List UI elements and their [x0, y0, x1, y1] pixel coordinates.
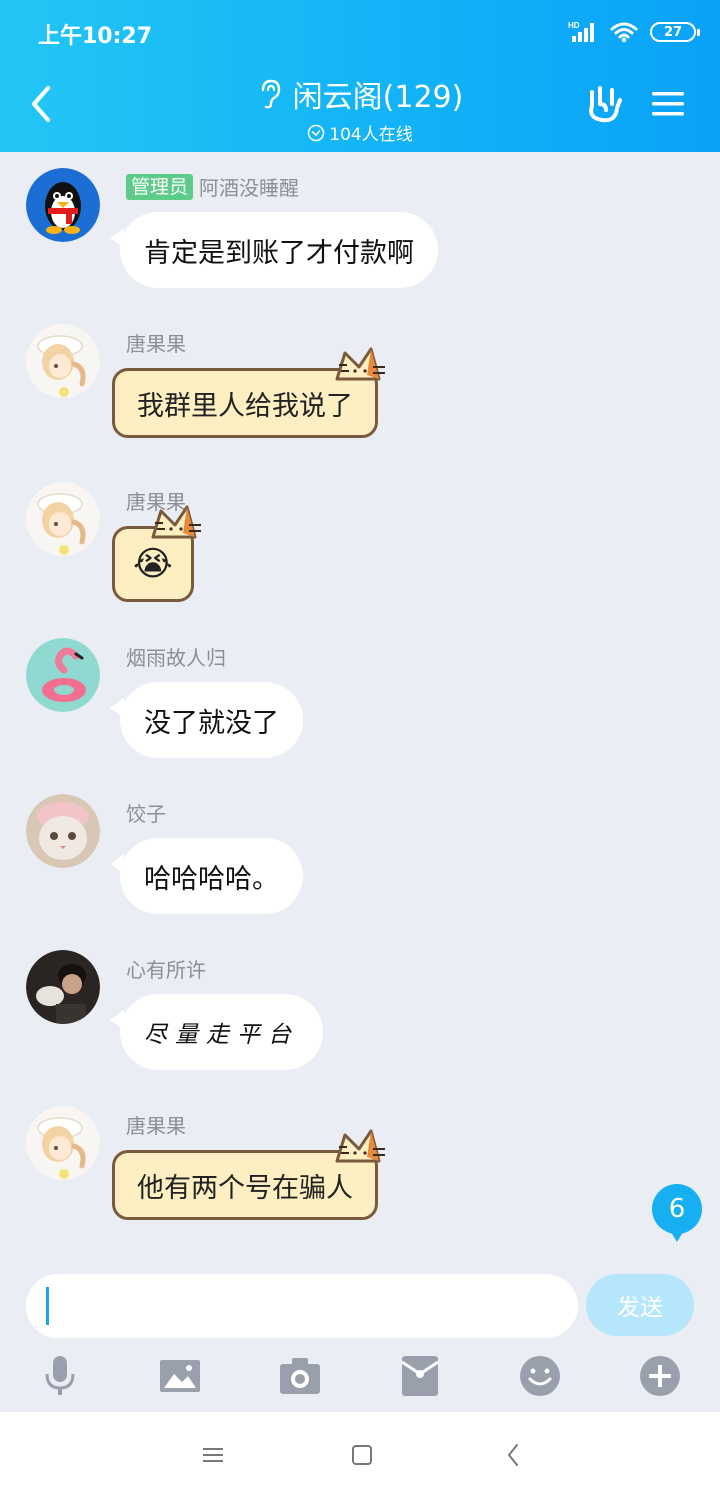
emoji-icon[interactable] — [518, 1354, 562, 1398]
sender-name: 饺子 — [126, 802, 166, 826]
sender-name: 唐果果 — [126, 1114, 186, 1138]
sender-label: 阿酒没睡醒 — [199, 176, 300, 200]
avatar[interactable] — [26, 482, 100, 556]
back-nav-icon[interactable] — [498, 1440, 528, 1470]
image-icon[interactable] — [158, 1354, 202, 1398]
cat-ears-icon — [151, 505, 201, 539]
handwriting-text: 尽量走平台 — [144, 1022, 299, 1048]
system-nav-bar — [0, 1412, 720, 1499]
plus-icon[interactable] — [638, 1354, 682, 1398]
anime-girl-avatar-icon — [26, 482, 100, 556]
red-packet-icon[interactable] — [398, 1354, 442, 1398]
anime-girl-avatar-icon — [26, 324, 100, 398]
sender-name: 管理员 阿酒没睡醒 — [126, 172, 299, 201]
message-bubble[interactable]: 😭 — [112, 505, 201, 602]
send-button[interactable]: 发送 — [586, 1274, 694, 1336]
status-icons: HD 27 — [568, 18, 700, 46]
sender-name: 唐果果 — [126, 332, 186, 356]
message-bubble[interactable]: 我群里人给我说了 — [112, 347, 385, 438]
cat-ears-icon — [335, 347, 385, 381]
composer-toolbar — [0, 1354, 720, 1402]
avatar[interactable] — [26, 794, 100, 868]
page-title: 闲云阁(129) — [292, 80, 464, 115]
message-input[interactable] — [26, 1274, 578, 1338]
message-bubble[interactable]: 肯定是到账了才付款啊 — [110, 212, 438, 288]
avatar[interactable] — [26, 168, 100, 242]
person-photo-avatar-icon — [26, 950, 100, 1024]
camera-icon[interactable] — [278, 1354, 322, 1398]
avatar[interactable] — [26, 324, 100, 398]
check-circle-icon — [307, 124, 325, 141]
message-text: 他有两个号在骗人 — [137, 1172, 353, 1204]
battery-icon: 27 — [650, 22, 700, 42]
home-icon[interactable] — [347, 1440, 377, 1470]
status-time: 上午10:27 — [38, 24, 153, 49]
avatar[interactable] — [26, 638, 100, 712]
message-bubble[interactable]: 尽量走平台 — [110, 994, 323, 1070]
svg-text:HD: HD — [568, 21, 580, 30]
composer: 发送 — [0, 1258, 720, 1412]
signal-icon: HD — [568, 21, 594, 42]
admin-badge: 管理员 — [126, 173, 194, 200]
wifi-icon — [610, 22, 638, 43]
ear-icon — [261, 79, 280, 109]
recent-apps-icon[interactable] — [198, 1440, 228, 1470]
message-bubble[interactable]: 他有两个号在骗人 — [112, 1129, 385, 1220]
hand-gesture-icon[interactable] — [584, 84, 624, 124]
crying-emoji: 😭 — [133, 544, 173, 584]
microphone-icon[interactable] — [38, 1354, 82, 1398]
menu-icon[interactable] — [650, 88, 686, 120]
message-text: 我群里人给我说了 — [137, 390, 353, 422]
online-count: 104人在线 — [329, 125, 413, 145]
sender-name: 心有所许 — [126, 958, 206, 982]
text-caret — [46, 1287, 49, 1325]
message-bubble[interactable]: 哈哈哈哈。 — [110, 838, 303, 914]
chat-header: 上午10:27 HD 27 闲云阁(129) 104人在线 — [0, 0, 720, 152]
flamingo-avatar-icon — [26, 638, 100, 712]
cat-photo-avatar-icon — [26, 794, 100, 868]
avatar[interactable] — [26, 1106, 100, 1180]
unread-count-badge[interactable]: 6 — [652, 1184, 702, 1242]
anime-girl-avatar-icon — [26, 1106, 100, 1180]
penguin-avatar-icon — [26, 168, 100, 242]
sender-name: 烟雨故人归 — [126, 646, 226, 670]
avatar[interactable] — [26, 950, 100, 1024]
message-bubble[interactable]: 没了就没了 — [110, 682, 303, 758]
cat-ears-icon — [335, 1129, 385, 1163]
